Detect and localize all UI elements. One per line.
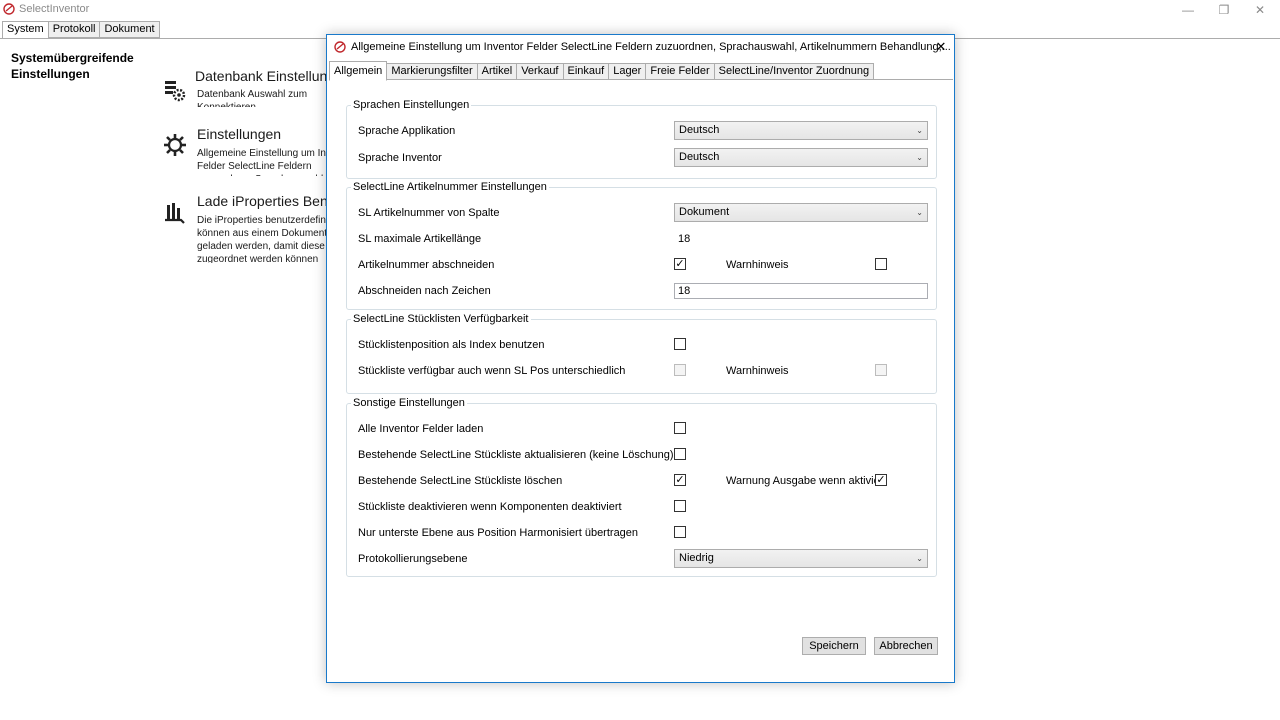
database-settings-icon xyxy=(165,81,186,102)
label-position-index: Stücklistenposition als Index benutzen xyxy=(358,339,545,351)
checkbox-stueckliste-verfuegbar[interactable] xyxy=(674,364,686,376)
tab-dokument[interactable]: Dokument xyxy=(99,21,160,38)
tile-description: Die iProperties benutzerdefiniert können… xyxy=(197,215,333,263)
label-max-artikellaenge: SL maximale Artikellänge xyxy=(358,233,482,245)
label-warnung-ausgabe: Warnung Ausgabe wenn aktiviert xyxy=(726,475,887,487)
tile-description: Datenbank Auswahl zum Konnektieren xyxy=(197,89,308,107)
tab-zuordnung[interactable]: SelectLine/Inventor Zuordnung xyxy=(713,63,875,80)
chevron-down-icon: ⌄ xyxy=(916,126,923,135)
dialog-close-button[interactable]: ✕ xyxy=(931,38,951,56)
cancel-button[interactable]: Abbrechen xyxy=(874,637,938,655)
checkbox-unterste-ebene[interactable] xyxy=(674,526,686,538)
group-legend: Sprachen Einstellungen xyxy=(353,99,470,111)
minimize-button[interactable]: — xyxy=(1170,0,1206,20)
settings-dialog: Allgemeine Einstellung um Inventor Felde… xyxy=(326,34,955,683)
save-button[interactable]: Speichern xyxy=(802,637,866,655)
select-artikelnummer-spalte[interactable]: Dokument ⌄ xyxy=(674,203,928,222)
tab-einkauf[interactable]: Einkauf xyxy=(562,63,610,80)
dialog-title: Allgemeine Einstellung um Inventor Felde… xyxy=(351,41,951,53)
select-sprache-applikation[interactable]: Deutsch ⌄ xyxy=(674,121,928,140)
dialog-tab-bar: Allgemein Markierungsfilter Artikel Verk… xyxy=(329,61,875,81)
tab-divider xyxy=(329,79,953,80)
value-max-artikellaenge: 18 xyxy=(678,233,691,245)
checkbox-stueckliste-loeschen[interactable]: ✓ xyxy=(674,474,686,486)
group-legend: SelectLine Artikelnummer Einstellungen xyxy=(353,181,547,193)
group-legend: Sonstige Einstellungen xyxy=(353,397,465,409)
load-properties-icon xyxy=(165,203,185,224)
tile-einstellungen[interactable]: Einstellungen Allgemeine Einstellung um … xyxy=(163,126,333,176)
tile-iproperties[interactable]: Lade iProperties Benutzerdefiniert Die i… xyxy=(163,193,333,263)
checkbox-stueckliste-aktualisieren[interactable] xyxy=(674,448,686,460)
label-protokollierungsebene: Protokollierungsebene xyxy=(358,553,468,565)
gear-icon xyxy=(164,134,186,156)
group-legend: SelectLine Stücklisten Verfügbarkeit xyxy=(353,313,529,325)
close-button[interactable]: ✕ xyxy=(1242,0,1278,20)
select-sprache-inventor[interactable]: Deutsch ⌄ xyxy=(674,148,928,167)
label-warnhinweis: Warnhinweis xyxy=(726,365,789,377)
label-alle-felder: Alle Inventor Felder laden xyxy=(358,423,484,435)
checkbox-stueckliste-deaktivieren[interactable] xyxy=(674,500,686,512)
label-stueckliste-deaktivieren: Stückliste deaktivieren wenn Komponenten… xyxy=(358,501,622,513)
label-sprache-applikation: Sprache Applikation xyxy=(358,125,456,137)
tab-artikel[interactable]: Artikel xyxy=(476,63,518,80)
app-title: SelectInventor xyxy=(19,3,90,15)
chevron-down-icon: ⌄ xyxy=(916,208,923,217)
tab-protokoll[interactable]: Protokoll xyxy=(47,21,101,38)
checkbox-artikelnummer-abschneiden[interactable]: ✓ xyxy=(674,258,686,270)
input-abschneiden-nach[interactable]: 18 xyxy=(674,283,928,299)
tile-description: Allgemeine Einstellung um Inventor Felde… xyxy=(197,148,333,176)
tile-title: Datenbank Einstellungen xyxy=(195,68,333,84)
tile-title: Lade iProperties Benutzerdefiniert xyxy=(197,193,333,209)
chevron-down-icon: ⌄ xyxy=(916,554,923,563)
app-logo-icon xyxy=(3,3,15,15)
select-protokollierungsebene[interactable]: Niedrig ⌄ xyxy=(674,549,928,568)
tab-system[interactable]: System xyxy=(2,21,49,39)
label-unterste-ebene: Nur unterste Ebene aus Position Harmonis… xyxy=(358,527,639,539)
select-value: Niedrig xyxy=(679,552,714,564)
label-artikelnummer-abschneiden: Artikelnummer abschneiden xyxy=(358,259,495,271)
tab-markierungsfilter[interactable]: Markierungsfilter xyxy=(386,63,478,80)
main-titlebar: SelectInventor — ❐ ✕ xyxy=(0,0,1280,20)
label-abschneiden-nach: Abschneiden nach Zeichen xyxy=(358,285,491,297)
checkbox-warnung-ausgabe[interactable]: ✓ xyxy=(875,474,887,486)
label-stueckliste-verfuegbar: Stückliste verfügbar auch wenn SL Pos un… xyxy=(358,365,626,377)
label-warnhinweis: Warnhinweis xyxy=(726,259,789,271)
maximize-button[interactable]: ❐ xyxy=(1206,0,1242,20)
chevron-down-icon: ⌄ xyxy=(916,153,923,162)
tile-title: Einstellungen xyxy=(197,126,282,142)
tab-freie-felder[interactable]: Freie Felder xyxy=(645,63,715,80)
checkbox-warnhinweis-verfuegbar[interactable] xyxy=(875,364,887,376)
checkbox-warnhinweis-abschneiden[interactable] xyxy=(875,258,887,270)
label-artikelnummer-spalte: SL Artikelnummer von Spalte xyxy=(358,207,500,219)
tab-lager[interactable]: Lager xyxy=(608,63,647,80)
page-title: Systemübergreifende Einstellungen xyxy=(11,51,134,81)
select-value: Dokument xyxy=(679,206,730,218)
tab-verkauf[interactable]: Verkauf xyxy=(516,63,564,80)
checkbox-alle-felder[interactable] xyxy=(674,422,686,434)
checkbox-position-index[interactable] xyxy=(674,338,686,350)
group-stuecklisten: SelectLine Stücklisten Verfügbarkeit xyxy=(346,313,937,394)
main-tab-bar: System Protokoll Dokument xyxy=(2,21,160,39)
label-stueckliste-loeschen: Bestehende SelectLine Stückliste löschen xyxy=(358,475,563,487)
select-value: Deutsch xyxy=(679,124,720,136)
label-stueckliste-aktualisieren: Bestehende SelectLine Stückliste aktuali… xyxy=(358,449,674,461)
tab-allgemein[interactable]: Allgemein xyxy=(329,61,388,81)
select-value: Deutsch xyxy=(679,151,720,163)
app-logo-icon xyxy=(334,41,346,53)
tile-datenbank[interactable]: Datenbank Einstellungen Datenbank Auswah… xyxy=(163,67,333,107)
label-sprache-inventor: Sprache Inventor xyxy=(358,152,442,164)
